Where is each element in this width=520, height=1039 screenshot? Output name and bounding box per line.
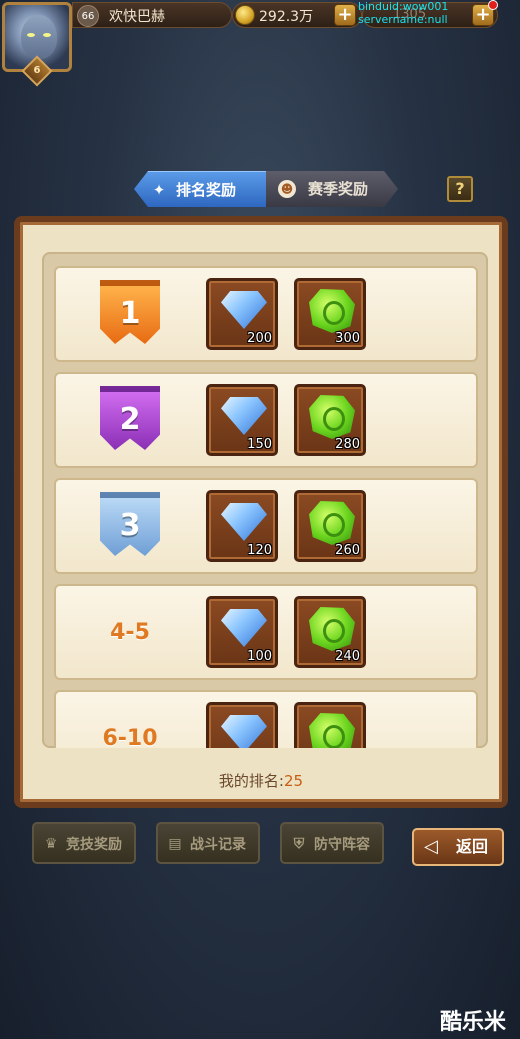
gold-amount: 292.3万 <box>259 9 314 25</box>
diamond-reward[interactable]: 200 <box>206 278 278 350</box>
diamond-reward[interactable]: 120 <box>206 490 278 562</box>
reward-row: 3 120 260 <box>54 478 478 574</box>
reward-row: 2 150 280 <box>54 372 478 468</box>
reward-quantity: 120 <box>247 543 272 558</box>
diamond-icon <box>221 715 267 748</box>
reward-quantity: 100 <box>247 649 272 664</box>
name-bar: 66 欢快巴赫 <box>72 2 232 28</box>
diamond-reward[interactable]: 100 <box>206 596 278 668</box>
green-gem-reward[interactable]: 260 <box>294 490 366 562</box>
ranking-icon: ✦ <box>152 181 166 199</box>
medal-icon: ☻ <box>278 180 296 198</box>
reward-quantity: 150 <box>247 437 272 452</box>
green-gem-icon <box>309 501 355 545</box>
green-gem-reward[interactable]: 280 <box>294 384 366 456</box>
reward-row: 4-5 100 240 <box>54 584 478 680</box>
player-level: 66 <box>77 5 99 27</box>
watermark: 酷乐米 <box>440 1010 507 1035</box>
notification-dot <box>488 0 498 10</box>
my-rank: 我的排名:25 <box>20 770 502 791</box>
return-button[interactable]: ◁ 返回 <box>412 828 504 866</box>
debug-line-2: servername:null <box>358 13 448 26</box>
rank-2-banner: 2 <box>100 386 160 450</box>
rank-3-banner: 3 <box>100 492 160 556</box>
tab-label: 赛季奖励 <box>308 180 369 198</box>
debug-line-1: binduid:wow001 <box>358 0 449 13</box>
gold-coin-icon <box>235 5 255 25</box>
diamond-icon <box>221 503 267 541</box>
diamond-icon <box>221 291 267 329</box>
my-rank-value: 25 <box>283 772 304 790</box>
green-gem-icon <box>309 289 355 333</box>
diamond-icon <box>221 397 267 435</box>
tab-season-reward[interactable]: ☻ 赛季奖励 <box>266 171 398 207</box>
green-gem-reward[interactable] <box>294 702 366 748</box>
green-gem-reward[interactable]: 300 <box>294 278 366 350</box>
button-label: 防守阵容 <box>314 837 370 853</box>
back-arrow-icon: ◁ <box>424 836 438 857</box>
reward-tabs: ✦ 排名奖励 ☻ 赛季奖励 <box>134 171 398 207</box>
tab-ranking-reward[interactable]: ✦ 排名奖励 <box>134 171 266 207</box>
green-gem-icon <box>309 713 355 748</box>
shield-icon: ⛨ <box>293 836 305 852</box>
diamond-icon <box>221 609 267 647</box>
player-name: 欢快巴赫 <box>109 9 165 25</box>
reward-row: 1 200 300 <box>54 266 478 362</box>
green-gem-icon <box>309 395 355 439</box>
defense-lineup-button[interactable]: ⛨ 防守阵容 <box>280 822 384 864</box>
hero-eye <box>43 33 51 37</box>
help-button[interactable]: ? <box>447 176 473 202</box>
reward-quantity: 260 <box>335 543 360 558</box>
reward-quantity: 200 <box>247 331 272 346</box>
trophy-icon: ♛ <box>44 836 58 852</box>
green-gem-icon <box>309 607 355 651</box>
reward-row: 6-10 <box>54 690 478 748</box>
vip-level: 6 <box>33 65 41 76</box>
hero-eye <box>27 33 35 37</box>
green-gem-reward[interactable]: 240 <box>294 596 366 668</box>
tab-label: 排名奖励 <box>176 181 237 199</box>
reward-quantity: 240 <box>335 649 360 664</box>
return-label: 返回 <box>456 837 489 856</box>
diamond-reward[interactable]: 150 <box>206 384 278 456</box>
my-rank-label: 我的排名: <box>218 772 284 790</box>
reward-panel: 1 200 300 2 150 280 3 120 260 4-5 100 24… <box>14 216 508 808</box>
debug-info: binduid:wow001 servername:null <box>358 0 448 26</box>
reward-list[interactable]: 1 200 300 2 150 280 3 120 260 4-5 100 24… <box>42 252 488 748</box>
button-label: 竞技奖励 <box>66 837 122 853</box>
rank-1-banner: 1 <box>100 280 160 344</box>
top-bar: 6 66 欢快巴赫 292.3万 + 1305 + binduid:wow001… <box>0 0 520 87</box>
rank-range-label: 4-5 <box>110 620 150 645</box>
book-icon: ▤ <box>168 836 182 852</box>
add-gold-button[interactable]: + <box>334 4 356 26</box>
diamond-reward[interactable] <box>206 702 278 748</box>
battle-record-button[interactable]: ▤ 战斗记录 <box>156 822 260 864</box>
rank-range-label: 6-10 <box>102 726 158 748</box>
hero-face <box>21 15 57 59</box>
arena-reward-button[interactable]: ♛ 竞技奖励 <box>32 822 136 864</box>
reward-quantity: 280 <box>335 437 360 452</box>
button-label: 战斗记录 <box>190 837 246 853</box>
reward-quantity: 300 <box>335 331 360 346</box>
